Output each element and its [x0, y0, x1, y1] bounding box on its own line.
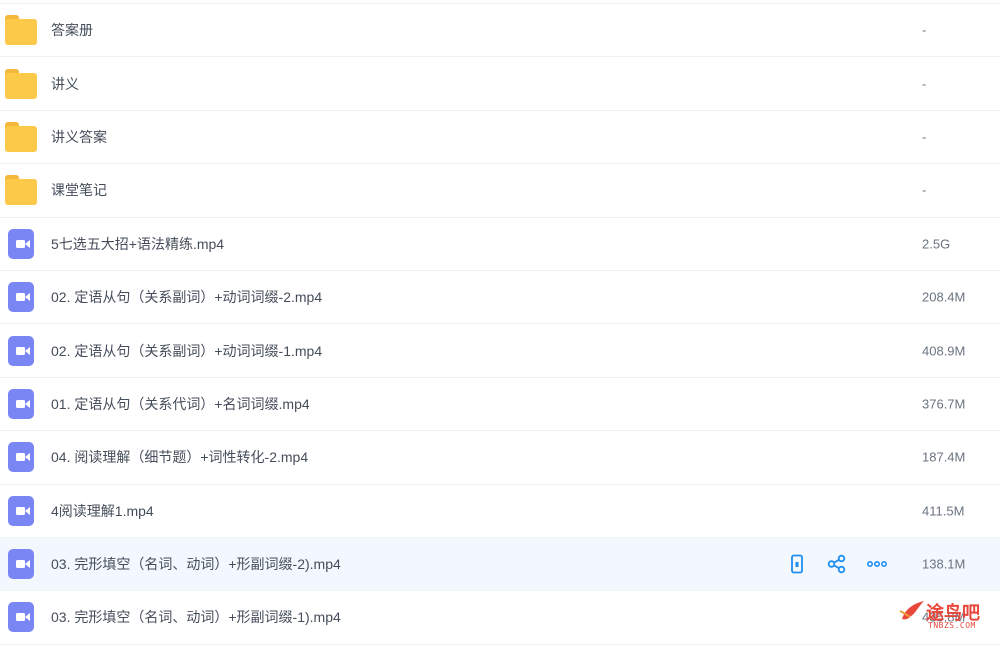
file-name[interactable]: 02. 定语从句（关系副词）+动词词缀-1.mp4	[51, 341, 322, 361]
file-name[interactable]: 03. 完形填空（名词、动词）+形副词缀-2).mp4	[51, 554, 341, 574]
video-file-icon	[5, 602, 37, 633]
video-file-icon	[5, 335, 37, 366]
video-file-icon	[5, 228, 37, 259]
file-size: 376.7M	[922, 396, 966, 412]
folder-icon	[5, 121, 37, 152]
file-name[interactable]: 03. 完形填空（名词、动词）+形副词缀-1).mp4	[51, 607, 341, 627]
list-item[interactable]: 讲义 -	[0, 57, 1000, 111]
file-name[interactable]: 01. 定语从句（关系代词）+名词词缀.mp4	[51, 394, 310, 414]
list-item[interactable]: 01. 定语从句（关系代词）+名词词缀.mp4 376.7M	[0, 378, 1000, 432]
list-item[interactable]: 02. 定语从句（关系副词）+动词词缀-1.mp4 408.9M	[0, 324, 1000, 378]
phone-icon[interactable]	[786, 553, 808, 575]
file-size: 2.5G	[922, 236, 951, 252]
file-name[interactable]: 5七选五大招+语法精练.mp4	[51, 234, 224, 254]
list-item[interactable]: 讲义答案 -	[0, 111, 1000, 165]
share-icon[interactable]	[826, 553, 848, 575]
list-item-hovered[interactable]: 03. 完形填空（名词、动词）+形副词缀-2).mp4 138.1M	[0, 537, 1000, 592]
file-size: -	[922, 22, 927, 38]
video-file-icon	[5, 388, 37, 419]
file-size: 138.1M	[922, 556, 966, 572]
folder-icon	[5, 175, 37, 206]
file-size: -	[922, 76, 927, 92]
video-file-icon	[5, 282, 37, 313]
folder-icon	[5, 68, 37, 99]
bird-logo-icon	[899, 601, 924, 620]
file-size: 408.9M	[922, 343, 966, 359]
file-size: -	[922, 129, 927, 145]
file-name[interactable]: 讲义答案	[51, 127, 107, 147]
list-item[interactable]: 04. 阅读理解（细节题）+词性转化-2.mp4 187.4M	[0, 431, 1000, 485]
list-item[interactable]: 课堂笔记 -	[0, 164, 1000, 218]
watermark-subtext: TNBZS.COM	[928, 621, 976, 630]
video-file-icon	[5, 495, 37, 526]
list-item[interactable]: 5七选五大招+语法精练.mp4 2.5G	[0, 218, 1000, 271]
file-size: 411.5M	[922, 503, 965, 519]
file-size: 208.4M	[922, 289, 966, 305]
file-name[interactable]: 02. 定语从句（关系副词）+动词词缀-2.mp4	[51, 287, 322, 307]
list-item[interactable]: 03. 完形填空（名词、动词）+形副词缀-1).mp4 435.8M	[0, 591, 1000, 645]
list-item[interactable]: 答案册 -	[0, 4, 1000, 58]
video-file-icon	[5, 442, 37, 473]
folder-icon	[5, 15, 37, 46]
file-name[interactable]: 讲义	[51, 74, 79, 94]
file-name[interactable]: 04. 阅读理解（细节题）+词性转化-2.mp4	[51, 447, 308, 467]
file-size: 187.4M	[922, 449, 966, 465]
more-icon[interactable]	[866, 553, 888, 575]
file-name[interactable]: 答案册	[51, 20, 93, 40]
file-list: 答案册 - 讲义 - 讲义答案 - 课堂笔记 - 5七选五大招+语法精练.mp4…	[0, 4, 1000, 645]
file-name[interactable]: 课堂笔记	[51, 180, 107, 200]
file-name[interactable]: 4阅读理解1.mp4	[51, 501, 154, 521]
list-item[interactable]: 4阅读理解1.mp4 411.5M	[0, 485, 1000, 538]
site-watermark: 途鸟吧 TNBZS.COM	[898, 597, 998, 633]
file-size: -	[922, 182, 927, 198]
list-item[interactable]: 02. 定语从句（关系副词）+动词词缀-2.mp4 208.4M	[0, 271, 1000, 325]
video-file-icon	[5, 549, 37, 580]
row-actions	[786, 553, 888, 575]
